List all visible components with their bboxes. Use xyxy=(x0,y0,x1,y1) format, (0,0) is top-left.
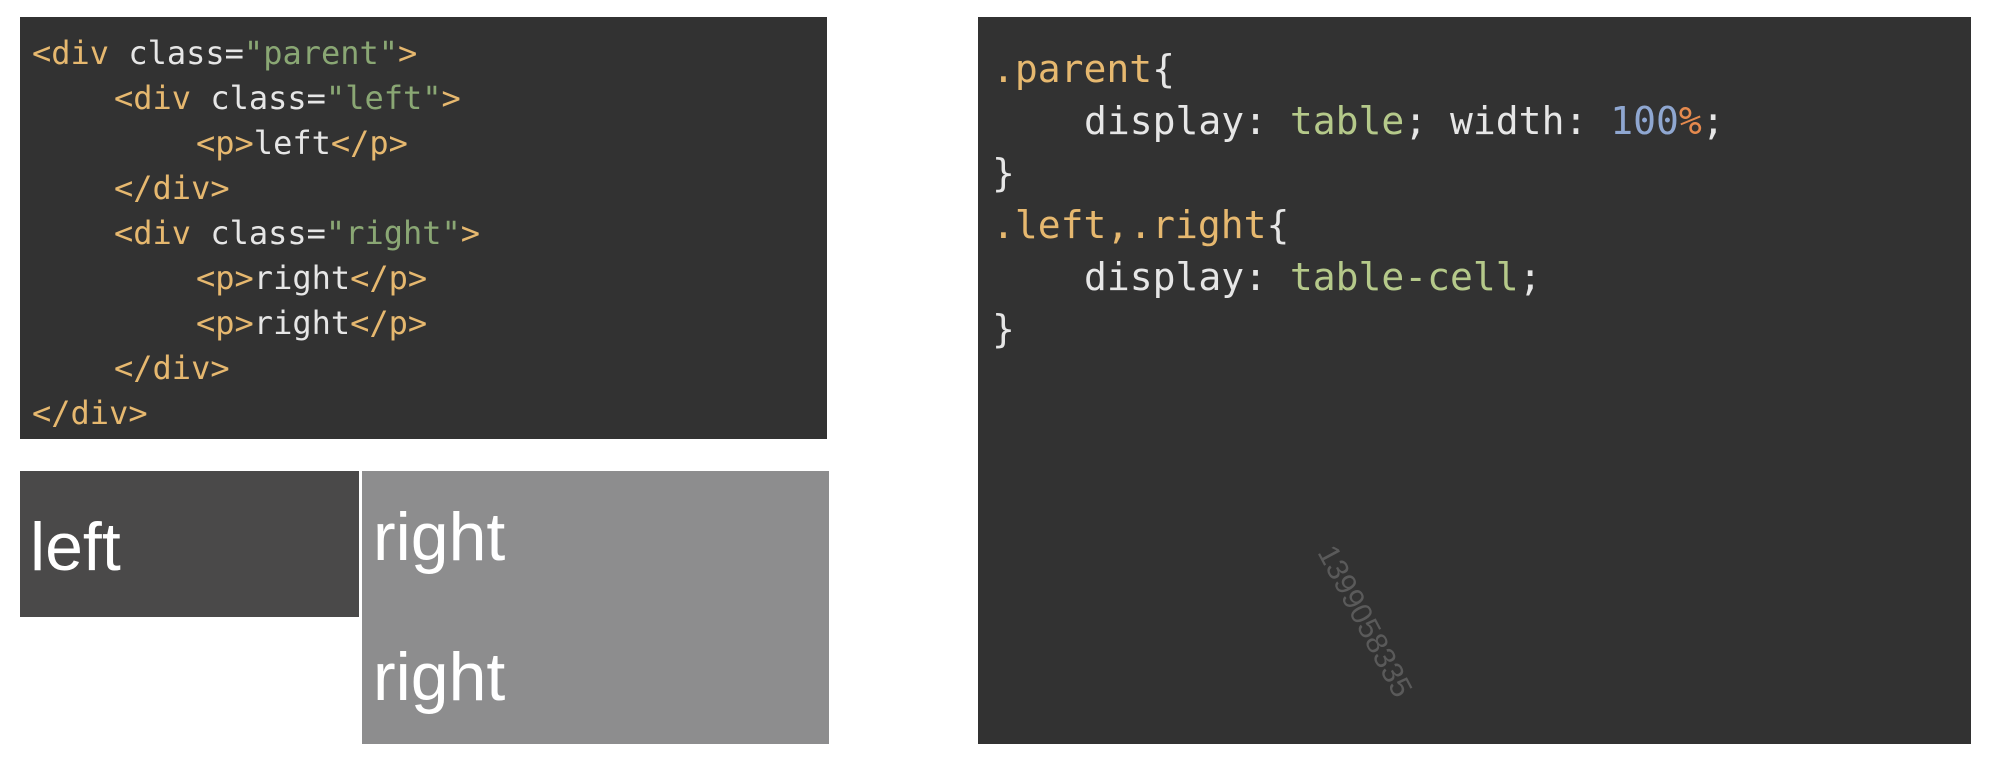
demo-right-text-1: right xyxy=(373,499,506,575)
tag-open: <p> xyxy=(196,304,254,342)
css-property: display: xyxy=(1084,255,1290,299)
css-semicolon: ; xyxy=(1701,99,1725,143)
attr-name: class= xyxy=(210,79,326,117)
css-code-line-1: .parent{ xyxy=(992,43,1971,95)
tag-close: > xyxy=(398,34,418,72)
html-code-line-6: <p>right</p> xyxy=(32,256,827,301)
tag-open: <div xyxy=(114,214,211,252)
css-brace: { xyxy=(1266,203,1290,247)
css-brace: { xyxy=(1152,47,1176,91)
text-content: right xyxy=(253,259,351,297)
attr-name: class= xyxy=(128,34,244,72)
tag-close: </p> xyxy=(330,124,408,162)
css-value: table-cell xyxy=(1289,255,1519,299)
demo-right-cell: right right xyxy=(362,471,829,744)
css-semicolon: ; xyxy=(1518,255,1542,299)
css-code-line-5: display: table-cell; xyxy=(992,251,1971,303)
css-code-line-2: display: table; width: 100%; xyxy=(992,95,1971,147)
html-code-line-2: <div class="left"> xyxy=(32,76,827,121)
css-code-line-4: .left,.right{ xyxy=(992,199,1971,251)
tag-open: <p> xyxy=(196,259,254,297)
tag-open: <div xyxy=(114,79,211,117)
css-unit: % xyxy=(1678,99,1702,143)
demo-left-text: left xyxy=(30,509,121,585)
html-code-line-5: <div class="right"> xyxy=(32,211,827,256)
html-code-line-1: <div class="parent"> xyxy=(32,31,827,76)
css-selector: .parent xyxy=(992,47,1153,91)
css-code-line-6: } xyxy=(992,303,1971,355)
attr-value: "left" xyxy=(325,79,442,117)
tag-close: > xyxy=(441,79,461,117)
attr-value: "parent" xyxy=(243,34,399,72)
html-code-line-4: </div> xyxy=(32,166,827,211)
text-content: left xyxy=(253,124,331,162)
html-code-line-3: <p>left</p> xyxy=(32,121,827,166)
css-property: ; width: xyxy=(1404,99,1611,143)
tag-open: <p> xyxy=(196,124,254,162)
tag-open: <div xyxy=(32,34,129,72)
css-number: 100 xyxy=(1610,99,1679,143)
html-code-panel: <div class="parent"> <div class="left"> … xyxy=(20,17,827,439)
tag-close: </div> xyxy=(32,394,148,432)
html-code-line-7: <p>right</p> xyxy=(32,301,827,346)
css-selector: .left,.right xyxy=(992,203,1267,247)
tag-close: </div> xyxy=(114,349,230,387)
html-code-line-9: </div> xyxy=(32,391,827,436)
css-property: display: xyxy=(1084,99,1290,143)
css-brace: } xyxy=(992,307,1015,351)
attr-value: "right" xyxy=(325,214,461,252)
html-code-line-8: </div> xyxy=(32,346,827,391)
tag-close: </p> xyxy=(350,304,428,342)
css-brace: } xyxy=(992,151,1015,195)
tag-close: > xyxy=(460,214,481,252)
demo-left-cell: left xyxy=(20,471,359,617)
tag-close: </div> xyxy=(114,169,230,207)
demo-right-text-2: right xyxy=(373,639,506,715)
text-content: right xyxy=(253,304,351,342)
css-code-panel: .parent{ display: table; width: 100%; } … xyxy=(978,17,1971,744)
css-value: table xyxy=(1289,99,1405,143)
css-code-line-3: } xyxy=(992,147,1971,199)
tag-close: </p> xyxy=(350,259,428,297)
attr-name: class= xyxy=(210,214,326,252)
